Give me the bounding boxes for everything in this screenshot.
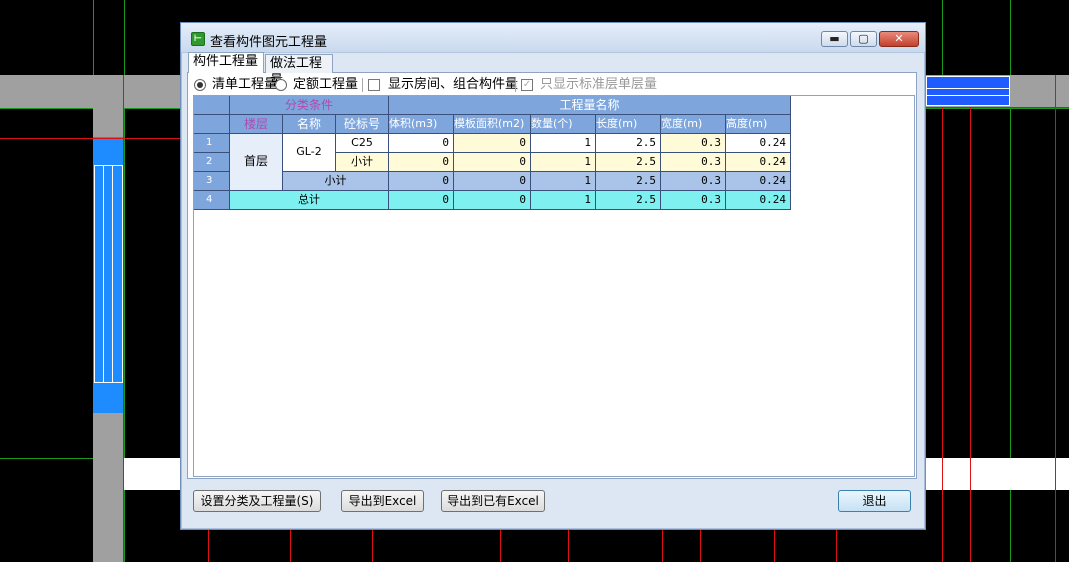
- count-cell[interactable]: 1: [531, 191, 596, 210]
- tab-method-quantity[interactable]: 做法工程量: [265, 54, 333, 88]
- group-header-quantity: 工程量名称: [389, 96, 791, 115]
- count-cell[interactable]: 1: [531, 172, 596, 191]
- grid-line: [1055, 75, 1056, 562]
- grade-subtotal-cell[interactable]: 小计: [336, 153, 389, 172]
- exit-button[interactable]: 退出: [838, 490, 911, 512]
- beam-wall: [0, 75, 180, 108]
- grand-total-label[interactable]: 总计: [230, 191, 389, 210]
- maximize-icon: ▢: [858, 32, 869, 45]
- width-cell[interactable]: 0.3: [661, 172, 726, 191]
- grid-line: [500, 530, 501, 562]
- height-cell[interactable]: 0.24: [726, 191, 791, 210]
- volume-cell[interactable]: 0: [389, 134, 454, 153]
- row-number[interactable]: 3: [194, 172, 230, 191]
- white-beam: [124, 458, 180, 490]
- volume-cell[interactable]: 0: [389, 153, 454, 172]
- grid-line: [942, 108, 943, 562]
- height-cell[interactable]: 0.24: [726, 134, 791, 153]
- grid-line: [774, 530, 775, 562]
- grid-corner: [194, 96, 230, 115]
- component-name-cell[interactable]: GL-2: [283, 134, 336, 172]
- formwork-cell[interactable]: 0: [454, 191, 531, 210]
- column-header-grade[interactable]: 砼标号: [336, 115, 389, 134]
- row-number[interactable]: 4: [194, 191, 230, 210]
- formwork-cell[interactable]: 0: [454, 153, 531, 172]
- length-cell[interactable]: 2.5: [596, 191, 661, 210]
- floor-subtotal-label[interactable]: 小计: [283, 172, 389, 191]
- separator: [515, 78, 516, 92]
- export-excel-button[interactable]: 导出到Excel: [341, 490, 424, 512]
- column-header-length[interactable]: 长度(m): [596, 115, 661, 134]
- formwork-cell[interactable]: 0: [454, 134, 531, 153]
- length-cell[interactable]: 2.5: [596, 153, 661, 172]
- grid-line: [662, 530, 663, 562]
- grid-line: [970, 108, 971, 562]
- title-bar[interactable]: ⊢ 查看构件图元工程量 ▬ ▢ ✕: [181, 23, 925, 53]
- tab-component-quantity[interactable]: 构件工程量: [188, 52, 264, 73]
- column-header-volume[interactable]: 体积(m3): [389, 115, 454, 134]
- row-number[interactable]: 1: [194, 134, 230, 153]
- width-cell[interactable]: 0.3: [661, 191, 726, 210]
- checkbox-show-rooms[interactable]: [368, 79, 380, 91]
- radio-bill-quantity[interactable]: [194, 79, 206, 91]
- column-header-height[interactable]: 高度(m): [726, 115, 791, 134]
- grid-line: [836, 530, 837, 562]
- set-classify-button[interactable]: 设置分类及工程量(S): [193, 490, 321, 512]
- column-header-formwork[interactable]: 模板面积(m2): [454, 115, 531, 134]
- selected-beam-outline: [926, 88, 1010, 96]
- close-button[interactable]: ✕: [879, 31, 919, 47]
- separator: [362, 78, 363, 92]
- column-header-name[interactable]: 名称: [283, 115, 336, 134]
- checkbox-show-rooms-label[interactable]: 显示房间、组合构件量: [388, 77, 518, 93]
- dialog-title: 查看构件图元工程量: [210, 35, 328, 50]
- width-cell[interactable]: 0.3: [661, 153, 726, 172]
- grade-cell[interactable]: C25: [336, 134, 389, 153]
- grid-line: [700, 530, 701, 562]
- selected-component-outline: [103, 165, 113, 383]
- height-cell[interactable]: 0.24: [726, 153, 791, 172]
- volume-cell[interactable]: 0: [389, 172, 454, 191]
- quantity-grid[interactable]: 分类条件 工程量名称 楼层 名称 砼标号 体积(m3) 模板面积(m2) 数量(…: [193, 95, 915, 477]
- row-number[interactable]: 2: [194, 153, 230, 172]
- radio-bill-label[interactable]: 清单工程量: [212, 77, 277, 93]
- minimize-icon: ▬: [829, 32, 840, 45]
- grid-line: [372, 530, 373, 562]
- app-icon: ⊢: [191, 32, 205, 46]
- column-header-floor[interactable]: 楼层: [230, 115, 283, 134]
- export-existing-excel-button[interactable]: 导出到已有Excel: [441, 490, 545, 512]
- grid-line: [0, 138, 180, 139]
- volume-cell[interactable]: 0: [389, 191, 454, 210]
- grid-line: [568, 530, 569, 562]
- quantity-dialog: ⊢ 查看构件图元工程量 ▬ ▢ ✕ 构件工程量 做法工程量 清单工程量 定额工程…: [180, 22, 926, 530]
- close-icon: ✕: [894, 32, 904, 45]
- formwork-cell[interactable]: 0: [454, 172, 531, 191]
- grid-line: [926, 107, 1069, 108]
- white-beam: [926, 458, 1069, 490]
- maximize-button[interactable]: ▢: [850, 31, 877, 47]
- grid-line: [208, 530, 209, 562]
- grid-corner: [194, 115, 230, 134]
- radio-selected-dot: [197, 82, 203, 88]
- grid-line: [123, 75, 124, 562]
- grid-line: [290, 530, 291, 562]
- checkbox-standard-floor: ✓: [521, 79, 533, 91]
- column-header-width[interactable]: 宽度(m): [661, 115, 726, 134]
- length-cell[interactable]: 2.5: [596, 172, 661, 191]
- floor-cell[interactable]: 首层: [230, 134, 283, 191]
- group-header-classify: 分类条件: [230, 96, 389, 115]
- column-header-count[interactable]: 数量(个): [531, 115, 596, 134]
- length-cell[interactable]: 2.5: [596, 134, 661, 153]
- radio-quota-quantity[interactable]: [275, 79, 287, 91]
- minimize-button[interactable]: ▬: [821, 31, 848, 47]
- height-cell[interactable]: 0.24: [726, 172, 791, 191]
- count-cell[interactable]: 1: [531, 153, 596, 172]
- count-cell[interactable]: 1: [531, 134, 596, 153]
- width-cell[interactable]: 0.3: [661, 134, 726, 153]
- checkbox-standard-floor-label: 只显示标准层单层量: [540, 77, 658, 92]
- radio-quota-label[interactable]: 定额工程量: [293, 77, 358, 93]
